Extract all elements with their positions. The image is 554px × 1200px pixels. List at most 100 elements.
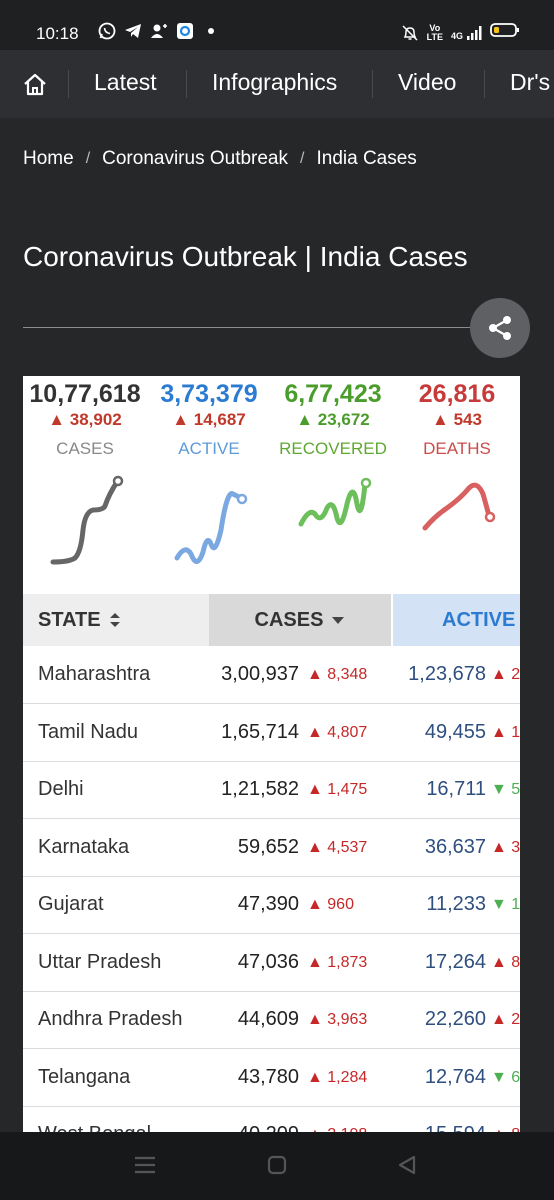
table-row[interactable]: Telangana 43,780 ▲ 1,284 12,764 ▼ 6 bbox=[23, 1049, 520, 1107]
stat-label: RECOVERED bbox=[279, 439, 387, 458]
cases-delta: ▲ 960 bbox=[307, 896, 354, 913]
status-bar: 10:18 Vo LTE 4G bbox=[0, 0, 554, 50]
back-triangle-icon[interactable] bbox=[396, 1154, 418, 1181]
nav-divider bbox=[484, 70, 485, 98]
table-row[interactable]: Maharashtra 3,00,937 ▲ 8,348 1,23,678 ▲ 2 bbox=[23, 646, 520, 704]
whatsapp-icon bbox=[98, 22, 116, 40]
breadcrumb-separator: / bbox=[300, 150, 305, 167]
battery-icon bbox=[490, 22, 520, 43]
home-icon[interactable] bbox=[22, 72, 48, 103]
column-header-cases[interactable]: CASES bbox=[209, 594, 391, 646]
stat-active: 3,73,379 ▲ 14,687 ACTIVE bbox=[147, 376, 271, 459]
title-divider bbox=[23, 327, 493, 328]
active-delta: ▼ 1 bbox=[491, 896, 520, 913]
cases-value: 43,780 bbox=[237, 1065, 299, 1088]
stat-value: 3,73,379 bbox=[160, 380, 258, 408]
cases-delta: ▲ 1,475 bbox=[307, 781, 368, 798]
stat-delta: ▲ 543 bbox=[432, 410, 482, 429]
stat-recovered: 6,77,423 ▲ 23,672 RECOVERED bbox=[271, 376, 395, 459]
active-value: 12,764 bbox=[424, 1065, 486, 1088]
stats-card: 10,77,618 ▲ 38,902 CASES 3,73,379 ▲ 14,6… bbox=[23, 376, 520, 1136]
table-row[interactable]: Tamil Nadu 1,65,714 ▲ 4,807 49,455 ▲ 1 bbox=[23, 704, 520, 762]
cases-value: 1,65,714 bbox=[221, 720, 299, 743]
state-name: Telangana bbox=[38, 1065, 131, 1088]
signal-4g-icon: 4G bbox=[451, 25, 482, 41]
table-row[interactable]: Uttar Pradesh 47,036 ▲ 1,873 17,264 ▲ 8 bbox=[23, 934, 520, 992]
table-row[interactable]: Delhi 1,21,582 ▲ 1,475 16,711 ▼ 5 bbox=[23, 761, 520, 819]
state-name: Gujarat bbox=[38, 893, 104, 915]
stat-value: 26,816 bbox=[418, 380, 496, 408]
stat-delta: ▲ 23,672 bbox=[296, 410, 370, 429]
breadcrumb-home[interactable]: Home bbox=[23, 148, 74, 170]
nav-item-infographics[interactable]: Infographics bbox=[212, 69, 337, 96]
nav-item-latest[interactable]: Latest bbox=[94, 69, 157, 96]
nav-divider bbox=[186, 70, 187, 98]
nav-divider bbox=[372, 70, 373, 98]
table-row[interactable]: Karnataka 59,652 ▲ 4,537 36,637 ▲ 3 bbox=[23, 819, 520, 877]
menu-icon[interactable] bbox=[133, 1154, 157, 1181]
active-delta: ▲ 1 bbox=[491, 723, 520, 741]
active-sparkline-icon bbox=[174, 491, 248, 564]
cases-delta: ▲ 1,873 bbox=[307, 953, 368, 971]
state-name: Karnataka bbox=[38, 835, 130, 858]
active-delta: ▼ 5 bbox=[491, 781, 520, 798]
stat-cases: 10,77,618 ▲ 38,902 CASES bbox=[23, 376, 147, 459]
breadcrumb-india-cases[interactable]: India Cases bbox=[316, 148, 416, 170]
cases-value: 47,390 bbox=[237, 893, 299, 915]
stat-delta: ▲ 38,902 bbox=[48, 410, 122, 429]
breadcrumb-separator: / bbox=[85, 150, 91, 167]
status-time: 10:18 bbox=[36, 24, 79, 43]
state-name: Andhra Pradesh bbox=[38, 1008, 183, 1030]
cases-value: 47,036 bbox=[237, 950, 299, 973]
active-value: 36,637 bbox=[424, 835, 486, 858]
mute-icon bbox=[401, 24, 419, 42]
app-icon bbox=[176, 22, 194, 40]
stat-label: CASES bbox=[56, 439, 114, 458]
table-row[interactable]: Andhra Pradesh 44,609 ▲ 3,963 22,260 ▲ 2 bbox=[23, 991, 520, 1049]
telegram-icon bbox=[124, 22, 142, 40]
table-row[interactable]: Gujarat 47,390 ▲ 960 11,233 ▼ 1 bbox=[23, 876, 520, 934]
active-value: 17,264 bbox=[424, 950, 486, 973]
system-icons: Vo LTE 4G bbox=[401, 22, 520, 43]
cases-value: 3,00,937 bbox=[221, 663, 299, 685]
dot-icon bbox=[202, 22, 220, 40]
active-value: 1,23,678 bbox=[408, 663, 486, 685]
cases-delta: ▲ 4,807 bbox=[307, 723, 368, 741]
top-nav: Latest Infographics Video Dr's bbox=[0, 50, 554, 118]
active-value: 49,455 bbox=[424, 720, 486, 743]
home-square-icon[interactable] bbox=[266, 1154, 288, 1181]
cases-delta: ▲ 3,963 bbox=[307, 1011, 368, 1028]
state-name: Tamil Nadu bbox=[38, 720, 139, 743]
sort-desc-icon bbox=[332, 617, 345, 624]
cases-value: 59,652 bbox=[237, 835, 299, 858]
active-value: 16,711 bbox=[426, 778, 486, 800]
deaths-sparkline-icon bbox=[422, 482, 496, 531]
column-header-active[interactable]: ACTIVE bbox=[393, 594, 520, 646]
state-name: Delhi bbox=[38, 778, 84, 800]
share-icon bbox=[489, 316, 511, 340]
stat-value: 6,77,423 bbox=[284, 380, 382, 408]
active-delta: ▲ 2 bbox=[491, 666, 520, 683]
breadcrumb: Home / Coronavirus Outbreak / India Case… bbox=[23, 148, 417, 170]
column-header-state[interactable]: STATE bbox=[23, 594, 209, 646]
sort-both-icon bbox=[109, 613, 120, 627]
nav-divider bbox=[68, 70, 69, 98]
nav-item-video[interactable]: Video bbox=[398, 69, 456, 96]
stat-label: ACTIVE bbox=[178, 439, 240, 458]
cases-value: 1,21,582 bbox=[221, 778, 299, 800]
active-delta: ▲ 2 bbox=[491, 1011, 520, 1028]
nav-item-drs[interactable]: Dr's bbox=[510, 69, 550, 96]
table-header: STATE CASES ACTIVE bbox=[23, 594, 520, 646]
page-title: Coronavirus Outbreak | India Cases bbox=[23, 241, 468, 272]
cases-delta: ▲ 8,348 bbox=[307, 666, 368, 683]
notification-icons bbox=[98, 22, 220, 40]
contact-icon bbox=[150, 22, 168, 40]
share-button[interactable] bbox=[470, 298, 530, 358]
active-value: 22,260 bbox=[424, 1008, 486, 1030]
breadcrumb-coronavirus-outbreak[interactable]: Coronavirus Outbreak bbox=[102, 148, 288, 170]
stat-label: DEATHS bbox=[423, 439, 491, 458]
cases-delta: ▲ 1,284 bbox=[307, 1068, 368, 1086]
system-nav-bar bbox=[0, 1132, 554, 1200]
active-delta: ▲ 8 bbox=[491, 953, 520, 971]
cases-delta: ▲ 4,537 bbox=[307, 838, 368, 856]
